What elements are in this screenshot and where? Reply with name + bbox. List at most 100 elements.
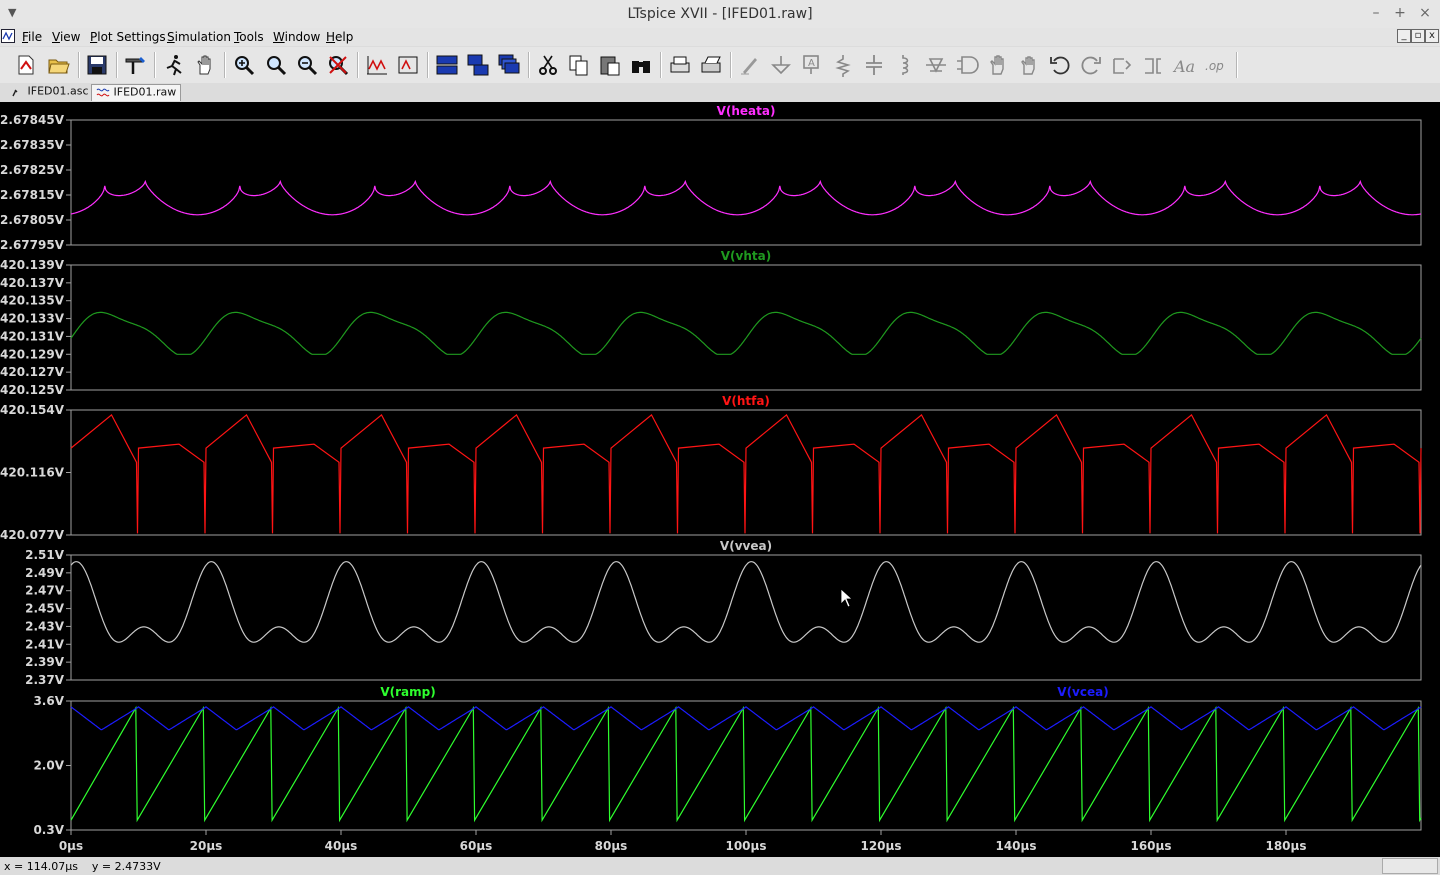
zoom-cancel-icon[interactable] [326, 53, 350, 77]
x-tick-label: 120µs [860, 839, 901, 853]
drag-hand-icon[interactable] [1017, 53, 1041, 77]
autorange-icon[interactable] [365, 53, 389, 77]
redo-icon[interactable] [1079, 53, 1103, 77]
spice-directive-icon[interactable]: .op [1203, 53, 1227, 77]
trace-title[interactable]: V(vhta) [721, 249, 771, 263]
y-tick-label: 420.131V [0, 329, 65, 343]
waveform-viewer[interactable]: 12.67845V 12.67835V 12.67825V 12.67815V 12.6… [0, 102, 1440, 857]
resize-grip[interactable] [1382, 858, 1438, 874]
y-tick-label: 3.6V [33, 694, 64, 708]
plot-pane-5[interactable]: 3.6V 2.0V 0.3V V(ramp) V(vcea) 0µs 20µs 40µs 60µ… [33, 685, 1422, 853]
tile-vertical-icon[interactable] [466, 53, 490, 77]
waveform-icon [96, 88, 110, 97]
move-hand-icon[interactable] [986, 53, 1010, 77]
y-tick-label: 12.67825V [0, 163, 65, 177]
menu-file[interactable]: File [22, 30, 42, 44]
ltspice-app-icon [1, 29, 15, 43]
cascade-icon[interactable] [497, 53, 521, 77]
y-tick-label: 12.67845V [0, 113, 65, 127]
find-binoculars-icon[interactable] [629, 53, 653, 77]
x-tick-label: 40µs [325, 839, 358, 853]
plot-frame [70, 119, 1422, 246]
plot-pane-1[interactable]: 12.67845V 12.67835V 12.67825V 12.67815V 12.6… [0, 104, 1422, 252]
menu-simulation[interactable]: Simulation [167, 30, 231, 44]
wire-pencil-icon[interactable] [738, 53, 762, 77]
y-tick-label: 420.137V [0, 276, 65, 290]
halt-hand-icon[interactable] [193, 53, 217, 77]
x-tick-label: 60µs [460, 839, 493, 853]
zoom-area-icon[interactable] [232, 53, 256, 77]
trace-title[interactable]: V(ramp) [380, 685, 435, 699]
trace-title[interactable]: V(heata) [717, 104, 776, 118]
trace-vramp[interactable] [70, 705, 1422, 823]
y-tick-label: 420.135V [0, 294, 65, 308]
capacitor-icon[interactable] [862, 53, 886, 77]
close-button[interactable]: × [1417, 5, 1433, 21]
open-folder-icon[interactable] [47, 53, 71, 77]
print-preview-icon[interactable] [699, 53, 723, 77]
plot-pane-2[interactable]: 420.139V 420.137V 420.135V 420.133V 420.131V… [0, 249, 1422, 397]
svg-text:.op: .op [1205, 59, 1224, 73]
menu-tools[interactable]: Tools [234, 30, 264, 44]
zoom-out-icon[interactable] [295, 53, 319, 77]
tab-waveform[interactable]: IFED01.raw [91, 84, 182, 101]
menu-plot-settings[interactable]: Plot Settings [90, 30, 166, 44]
component-icon[interactable] [955, 53, 979, 77]
trace-title[interactable]: V(vvea) [720, 539, 772, 553]
trace-vvcea[interactable] [70, 706, 1422, 731]
menu-help[interactable]: Help [326, 30, 353, 44]
undo-icon[interactable] [1048, 53, 1072, 77]
save-icon[interactable] [85, 53, 109, 77]
label-net-icon[interactable]: A [800, 53, 824, 77]
minimize-button[interactable]: – [1368, 5, 1384, 21]
menu-window[interactable]: Window [273, 30, 320, 44]
rotate-icon[interactable] [1110, 53, 1134, 77]
tile-horizontal-icon[interactable] [435, 53, 459, 77]
menu-view[interactable]: View [52, 30, 80, 44]
x-tick-label: 180µs [1265, 839, 1306, 853]
y-tick-label: 12.67815V [0, 188, 65, 202]
trace-vheata[interactable] [70, 179, 1422, 216]
plot-frame [70, 554, 1422, 681]
trace-vhtfa[interactable] [70, 413, 1422, 534]
window-title: LTspice XVII - [IFED01.raw] [627, 6, 813, 22]
mdi-close-button[interactable]: x [1425, 29, 1439, 43]
y-tick-label: 0.3V [33, 823, 64, 837]
resistor-icon[interactable] [831, 53, 855, 77]
status-bar: x = 114.07µs y = 2.4733V [0, 857, 1440, 875]
zoom-in-icon[interactable] [264, 53, 288, 77]
run-icon[interactable] [162, 53, 186, 77]
mirror-icon[interactable] [1141, 53, 1165, 77]
tab-schematic[interactable]: IFED01.asc [6, 84, 93, 101]
trace-vvhta[interactable] [70, 311, 1422, 355]
control-panel-hammer-icon[interactable] [123, 53, 147, 77]
diode-icon[interactable] [924, 53, 948, 77]
plot-frame [70, 700, 1422, 831]
paste-icon[interactable] [598, 53, 622, 77]
copy-icon[interactable] [567, 53, 591, 77]
cut-icon[interactable] [536, 53, 560, 77]
x-tick-label: 0µs [59, 839, 83, 853]
y-tick-label: 12.67795V [0, 238, 65, 252]
mouse-pointer-icon [840, 588, 854, 608]
mdi-restore-button[interactable]: ▫ [1411, 29, 1425, 43]
trace-title[interactable]: V(htfa) [722, 394, 770, 408]
cursor-readout: x = 114.07µs y = 2.4733V [4, 860, 161, 873]
trace-vvvea[interactable] [70, 561, 1422, 643]
plot-pane-3[interactable]: 420.154V 420.116V 420.077V V(htfa) [0, 394, 1422, 542]
y-tick-label: 2.47V [25, 584, 65, 598]
plot-pane-4[interactable]: 2.51V 2.49V 2.47V 2.45V 2.43V 2.41V 2.39V 2.37V… [25, 539, 1422, 687]
ground-icon[interactable] [769, 53, 793, 77]
y-tick-label: 420.077V [0, 528, 65, 542]
inductor-icon[interactable] [893, 53, 917, 77]
trace-title[interactable]: V(vcea) [1057, 685, 1108, 699]
text-icon[interactable]: Aa [1172, 53, 1196, 77]
print-icon[interactable] [668, 53, 692, 77]
maximize-button[interactable]: + [1392, 5, 1408, 21]
new-schematic-icon[interactable] [14, 53, 38, 77]
menu-bar: File View Plot Settings Simulation Tools… [0, 28, 1440, 46]
mdi-minimize-button[interactable]: _ [1397, 29, 1411, 43]
y-tick-label: 2.39V [25, 655, 65, 669]
mark-text-icon[interactable] [396, 53, 420, 77]
toolbar: A Aa .op [0, 47, 1440, 83]
